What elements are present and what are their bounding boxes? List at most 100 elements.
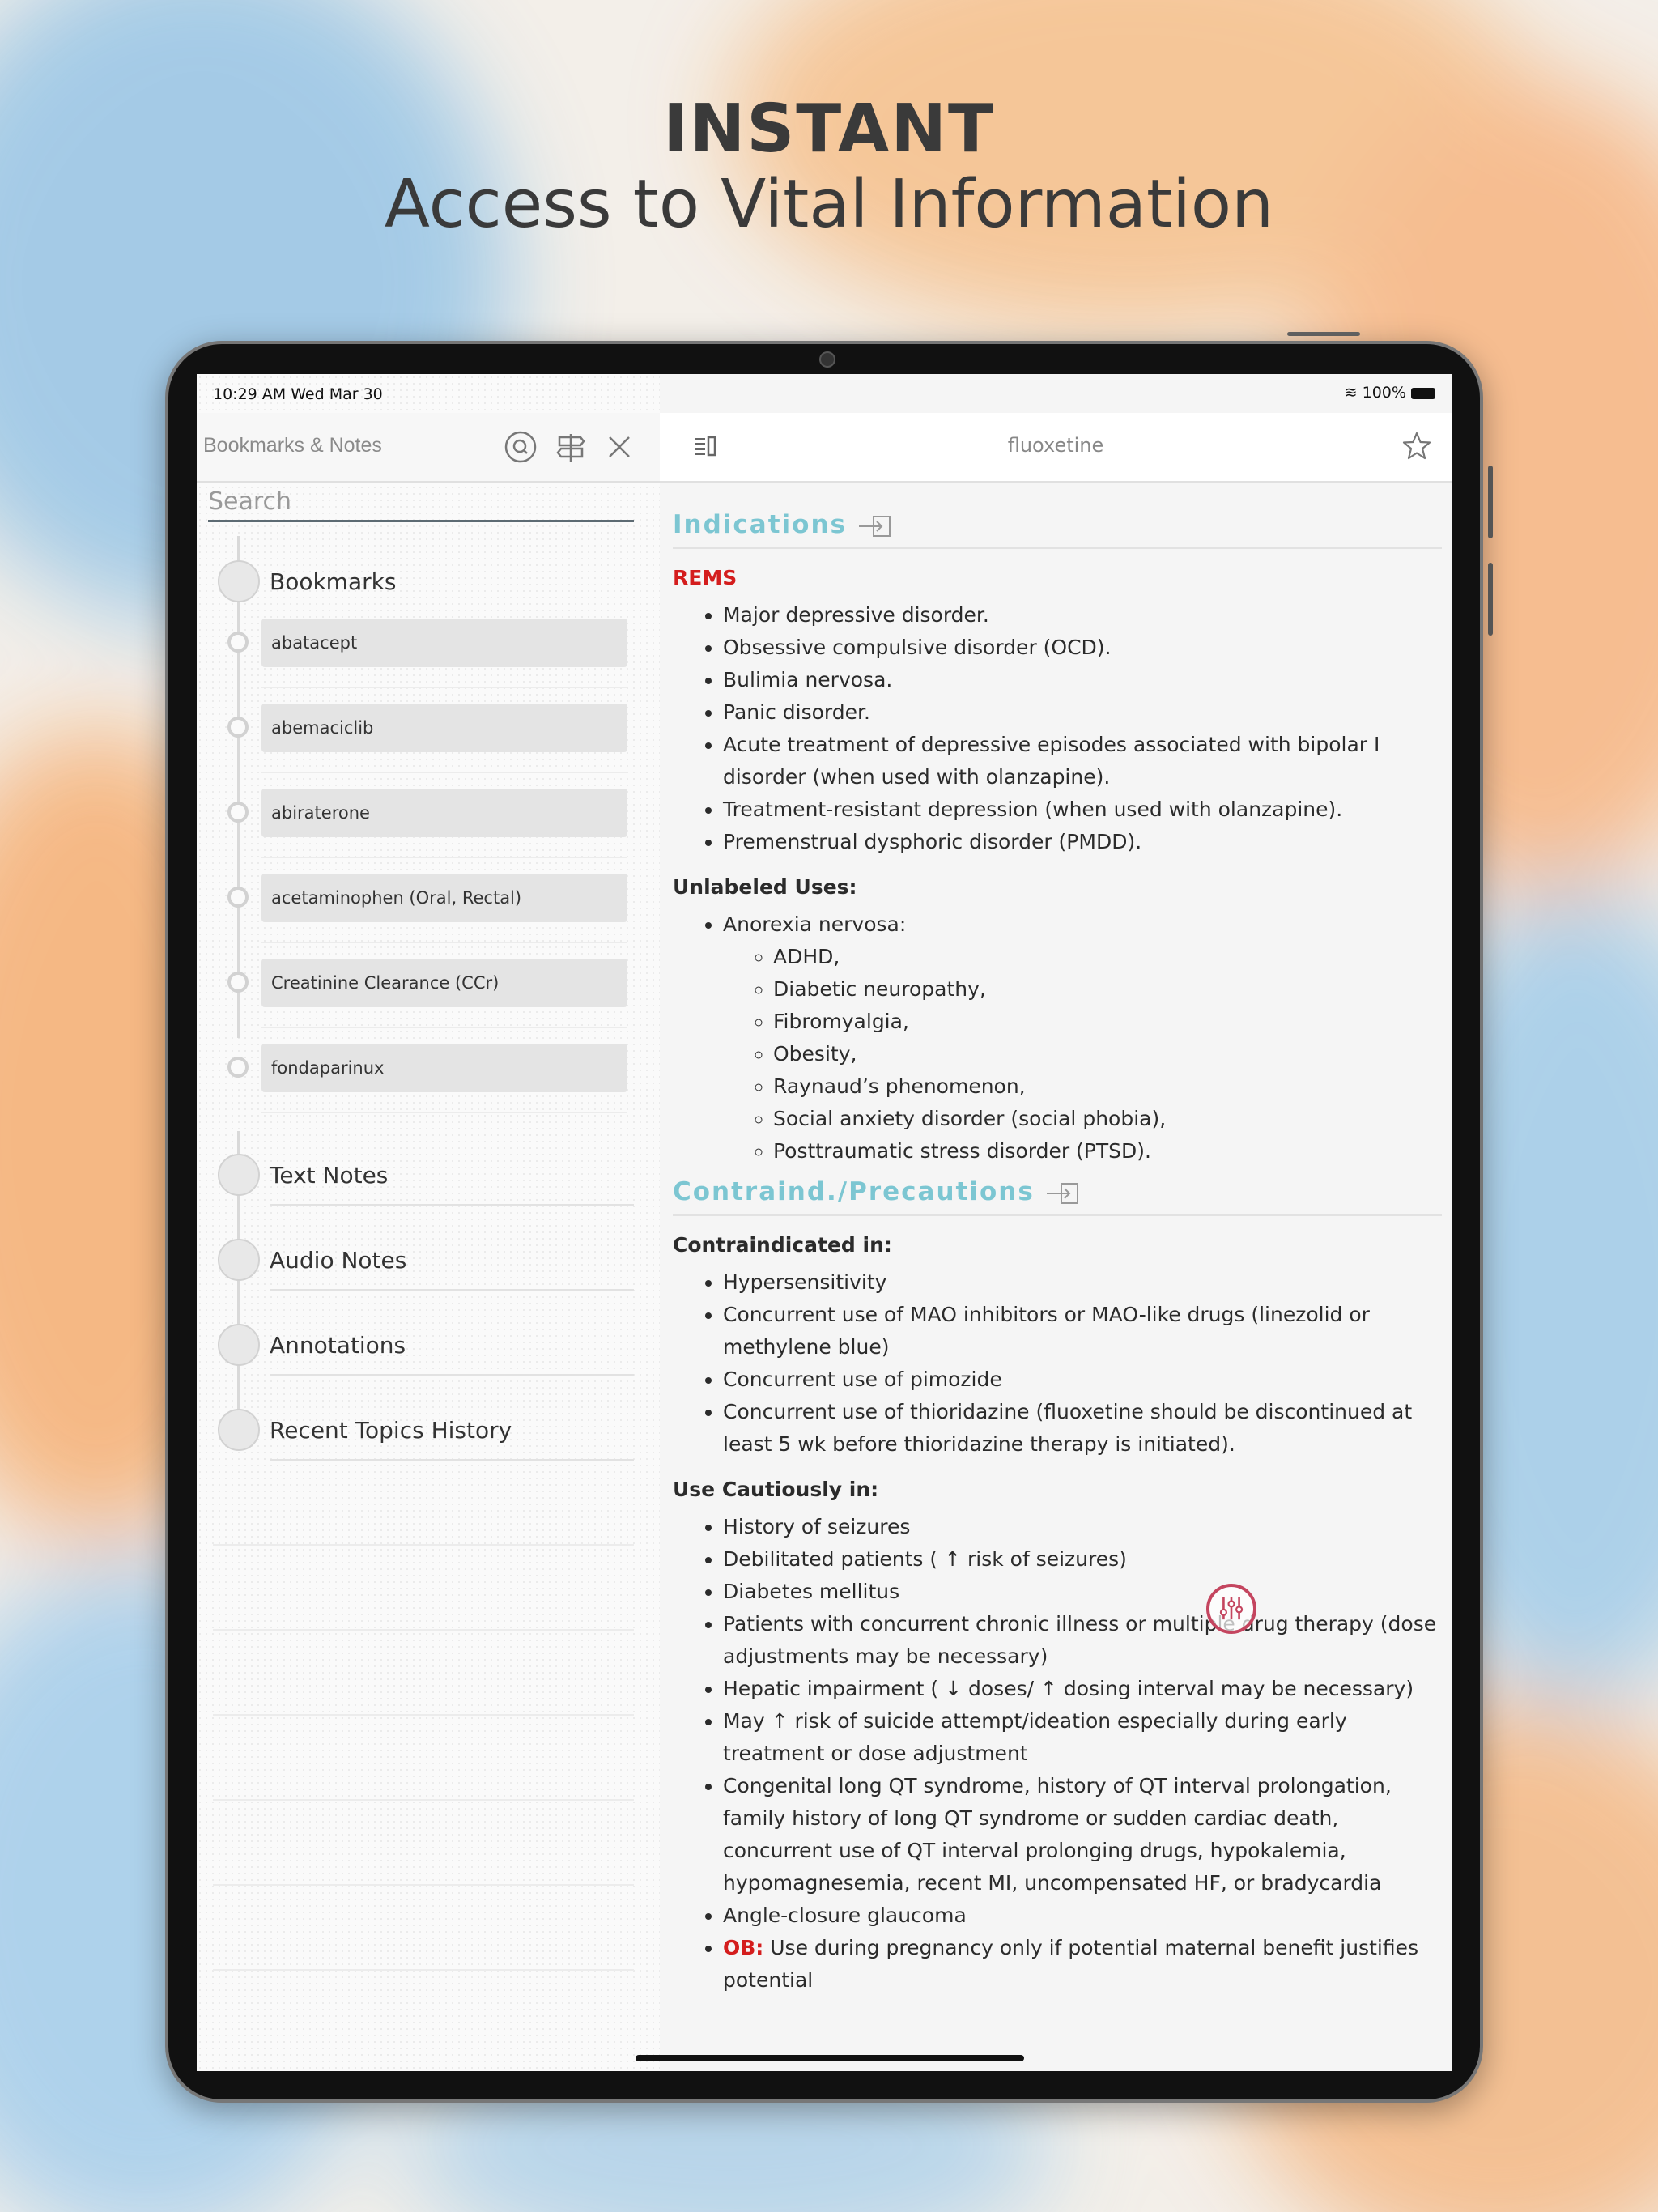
status-time: 10:29 AM Wed Mar 30 [213, 385, 383, 403]
pencil-icon [218, 1324, 260, 1366]
divider [261, 772, 627, 773]
search-input[interactable]: Search [208, 487, 634, 522]
use-cautiously-heading: Use Cautiously in: [673, 1478, 879, 1501]
timeline-dot [227, 802, 249, 823]
bookmark-label: Creatinine Clearance (CCr) [271, 973, 500, 993]
contraindicated-list: Hypersensitivity Concurrent use of MAO i… [673, 1266, 1442, 1461]
list-item: Raynaud’s phenomenon, [773, 1070, 1442, 1103]
caution-list: History of seizures Debilitated patients… [673, 1511, 1442, 1997]
search-icon[interactable] [503, 429, 538, 465]
divider [213, 1544, 634, 1546]
timeline-dot [227, 887, 249, 908]
list-item: Diabetes mellitus [723, 1576, 1442, 1608]
list-item: OB: Use during pregnancy only if potenti… [723, 1932, 1442, 1997]
bookmark-item[interactable]: acetaminophen (Oral, Rectal) [261, 874, 627, 922]
indications-list: Major depressive disorder. Obsessive com… [673, 599, 1442, 858]
bookmark-label: abiraterone [271, 803, 370, 823]
divider [270, 1289, 634, 1291]
section-bookmarks[interactable]: Bookmarks [218, 554, 639, 610]
front-camera [819, 351, 835, 368]
headline-subtitle: Access to Vital Information [384, 166, 1274, 243]
drug-content: Indications REMS Major depressive disord… [673, 502, 1442, 2005]
rems-label: REMS [673, 566, 738, 589]
bookmark-item[interactable]: fondaparinux [261, 1044, 627, 1092]
bookmark-item[interactable]: abiraterone [261, 789, 627, 837]
bookmark-label: abatacept [271, 633, 358, 653]
list-item: Panic disorder. [723, 696, 1442, 729]
section-annotations[interactable]: Annotations [218, 1317, 639, 1376]
wifi-icon: ≋ [1344, 384, 1358, 402]
section-label: Recent Topics History [270, 1417, 512, 1444]
timeline-dot [227, 972, 249, 993]
list-item: Hepatic impairment ( ↓ doses/ ↑ dosing i… [723, 1673, 1442, 1705]
home-indicator[interactable] [636, 2055, 1024, 2061]
list-item: Concurrent use of pimozide [723, 1363, 1442, 1396]
bookmark-label: acetaminophen (Oral, Rectal) [271, 888, 522, 908]
list-item: May ↑ risk of suicide attempt/ideation e… [723, 1705, 1442, 1770]
list-item: Major depressive disorder. [723, 599, 1442, 632]
timeline-line [237, 536, 240, 1038]
section-recent-topics[interactable]: Recent Topics History [218, 1402, 639, 1461]
divider [261, 687, 627, 688]
list-item: Diabetic neuropathy, [773, 973, 1442, 1006]
close-icon[interactable] [602, 429, 637, 465]
unlabeled-sublist: ADHD, Diabetic neuropathy, Fibromyalgia,… [723, 941, 1442, 1168]
list-item: Premenstrual dysphoric disorder (PMDD). [723, 826, 1442, 858]
history-icon [218, 1409, 260, 1451]
divider [261, 942, 627, 943]
list-item: Acute treatment of depressive episodes a… [723, 729, 1442, 793]
bookmark-label: abemaciclib [271, 718, 374, 738]
divider [270, 1204, 634, 1206]
divider [213, 1714, 634, 1716]
microphone-icon [218, 1239, 260, 1281]
expand-arrow-icon [858, 515, 891, 537]
divider [270, 1459, 634, 1461]
divider [261, 857, 627, 858]
left-panel-title: Bookmarks & Notes [203, 434, 382, 457]
list-item: Debilitated patients ( ↑ risk of seizure… [723, 1543, 1442, 1576]
list-item: Treatment-resistant depression (when use… [723, 793, 1442, 826]
unlabeled-uses-heading: Unlabeled Uses: [673, 875, 857, 899]
bookmark-item[interactable]: Creatinine Clearance (CCr) [261, 959, 627, 1007]
divider [261, 1027, 627, 1028]
star-icon [218, 560, 260, 602]
list-item: Social anxiety disorder (social phobia), [773, 1103, 1442, 1135]
status-battery: ≋ 100% [1345, 384, 1435, 402]
list-item: ADHD, [773, 941, 1442, 973]
list-item: Fibromyalgia, [773, 1006, 1442, 1038]
section-text-notes[interactable]: Text Notes [218, 1147, 639, 1206]
headline-instant: INSTANT [663, 91, 995, 168]
divider [261, 1112, 627, 1113]
drug-detail-panel: ≋ 100% fluoxetine Indications REMS • Maj… [660, 374, 1452, 2071]
list-item: History of seizures [723, 1511, 1442, 1543]
section-audio-notes[interactable]: Audio Notes [218, 1232, 639, 1291]
document-title: fluoxetine [1007, 434, 1104, 457]
list-item: Obesity, [773, 1038, 1442, 1070]
signpost-icon[interactable] [553, 429, 589, 465]
star-icon[interactable] [1401, 431, 1432, 462]
device-top-button [1287, 332, 1360, 336]
bookmark-item[interactable]: abemaciclib [261, 704, 627, 752]
list-item: Concurrent use of thioridazine (fluoxeti… [723, 1396, 1442, 1461]
settings-sliders-icon[interactable] [1206, 1584, 1256, 1634]
ob-text: Use during pregnancy only if potential m… [723, 1936, 1418, 1992]
section-label: Text Notes [270, 1162, 389, 1189]
contraindications-heading[interactable]: Contraind./Precautions [673, 1176, 1442, 1216]
indications-heading[interactable]: Indications [673, 508, 1442, 549]
bookmarks-notes-panel: 10:29 AM Wed Mar 30 Bookmarks & Notes Se… [197, 374, 661, 2071]
list-item: Obsessive compulsive disorder (OCD). [723, 632, 1442, 664]
list-item: Anorexia nervosa: ADHD, Diabetic neuropa… [723, 908, 1442, 1168]
expand-arrow-icon [1046, 1182, 1078, 1204]
list-item: Patients with concurrent chronic illness… [723, 1608, 1442, 1673]
section-label: Annotations [270, 1332, 406, 1359]
divider [270, 1374, 634, 1376]
bookmark-item[interactable]: abatacept [261, 619, 627, 667]
section-label: Bookmarks [270, 568, 397, 595]
screen: 10:29 AM Wed Mar 30 Bookmarks & Notes Se… [197, 374, 1452, 2071]
timeline-dot [227, 632, 249, 653]
timeline-dot [227, 717, 249, 738]
heading-label: Indications [673, 510, 847, 539]
divider [213, 1969, 634, 1971]
divider [213, 1629, 634, 1631]
heading-label: Contraind./Precautions [673, 1177, 1035, 1206]
